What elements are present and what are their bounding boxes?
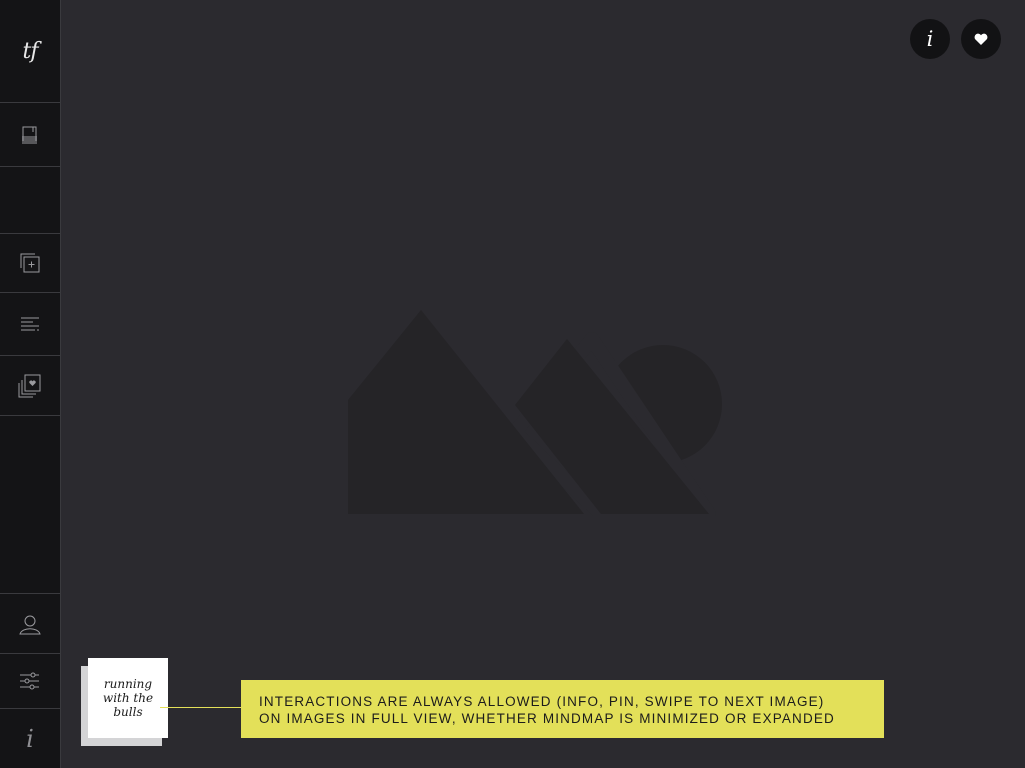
app-logo: tf [22,38,39,64]
sidebar-item-favorites[interactable] [0,356,60,416]
sidebar-item-info[interactable]: i [0,709,60,768]
heart-icon [974,33,988,45]
sidebar-item-library[interactable] [0,103,60,167]
mindmap-card[interactable]: running with the bulls [88,658,168,738]
library-icon [22,126,37,143]
image-placeholder-icon[interactable] [347,308,727,516]
sidebar: tf i [0,0,61,768]
list-icon [21,317,39,331]
sidebar-item-settings[interactable] [0,654,60,709]
sidebar-item-blank [0,167,60,234]
settings-sliders-icon [20,672,39,690]
profile-icon [19,615,41,634]
info-button-label: i [926,27,934,51]
info-button[interactable]: i [910,19,950,59]
annotation-callout: INTERACTIONS ARE ALWAYS ALLOWED (INFO, P… [241,680,884,738]
favorites-icon [18,374,41,397]
app-root: tf i i running with the bulls INTERACTIO… [0,0,1025,768]
add-collection-icon [20,253,40,273]
sidebar-item-add-collection[interactable] [0,234,60,293]
sidebar-item-list[interactable] [0,293,60,356]
mindmap-card-label: running with the bulls [102,677,154,719]
info-icon: i [26,724,34,753]
annotation-connector [160,707,242,708]
pin-button[interactable] [961,19,1001,59]
annotation-line-2: ON IMAGES IN FULL VIEW, WHETHER MINDMAP … [259,711,835,726]
sidebar-item-profile[interactable] [0,594,60,654]
annotation-line-1: INTERACTIONS ARE ALWAYS ALLOWED (INFO, P… [259,694,825,709]
logo-cell[interactable]: tf [0,0,60,103]
sidebar-spacer [0,416,60,594]
